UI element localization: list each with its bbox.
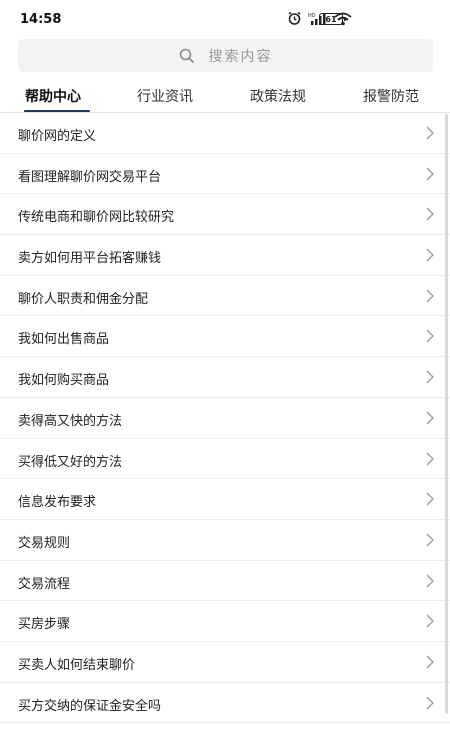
chevron-right-icon <box>426 696 434 710</box>
chevron-right-icon <box>426 126 434 140</box>
chevron-right-icon <box>426 533 434 547</box>
scrollbar[interactable] <box>445 114 448 714</box>
chevron-right-icon <box>426 574 434 588</box>
chevron-right-icon <box>426 452 434 465</box>
status-time: 14:58 <box>20 12 62 27</box>
chevron-right-icon <box>426 289 434 303</box>
list-item-label: 买房步骤 <box>18 617 71 633</box>
search-icon <box>179 48 194 63</box>
tab-alarm-prevention[interactable]: 报警防范 <box>363 86 419 106</box>
chevron-right-icon <box>426 411 434 425</box>
tab-industry-news[interactable]: 行业资讯 <box>137 86 193 106</box>
list-item-label: 买得低又好的方法 <box>18 454 123 470</box>
alarm-icon <box>288 11 301 25</box>
list-item-label: 我如何购买商品 <box>18 373 110 389</box>
list-item[interactable]: 信息发布要求 <box>0 479 450 520</box>
list-item[interactable]: 交易流程 <box>0 561 450 602</box>
list-item-label: 交易流程 <box>18 576 71 592</box>
chevron-right-icon <box>426 492 434 506</box>
list-item[interactable]: 卖得高又快的方法 <box>0 398 450 439</box>
list-item-label: 看图理解聊价网交易平台 <box>18 169 162 185</box>
list-item-label: 聊价网的定义 <box>18 129 97 144</box>
chevron-right-icon <box>426 248 434 262</box>
list-item-label: 卖得高又快的方法 <box>18 413 123 429</box>
list-item[interactable]: 我如何出售商品 <box>0 316 450 358</box>
list-item[interactable]: 看图理解聊价网交易平台 <box>0 154 450 195</box>
svg-text:HD: HD <box>308 13 316 19</box>
tab-bar: 帮助中心 行业资讯 政策法规 报警防范 <box>0 80 450 114</box>
list-item-label: 买方交纳的保证金安全吗 <box>18 698 162 714</box>
list-item[interactable]: 卖方如何用平台拓客赚钱 <box>0 235 450 276</box>
tab-help-center[interactable]: 帮助中心 <box>25 86 81 106</box>
list-item[interactable]: 买得低又好的方法 <box>0 439 450 480</box>
list-item[interactable]: 我如何购买商品 <box>0 357 450 398</box>
list-item-label: 聊价人职责和佣金分配 <box>18 291 149 307</box>
tab-policy[interactable]: 政策法规 <box>250 86 306 106</box>
list-item[interactable]: 交易规则 <box>0 520 450 561</box>
list-item[interactable]: 传统电商和聊价网比较研究 <box>0 194 450 236</box>
list-item-label: 买卖人如何结束聊价 <box>18 657 136 673</box>
search-input[interactable]: 搜索内容 <box>18 39 433 72</box>
list-item[interactable]: 买卖人如何结束聊价 <box>0 642 450 683</box>
help-list: 聊价网的定义看图理解聊价网交易平台 传统电商和聊价网比较研究 卖方如何用平台拓客赚钱… <box>0 113 450 724</box>
status-bar: 14:58 HD 61 <box>0 0 450 38</box>
list-item[interactable]: 买房步骤 <box>0 601 450 642</box>
list-item[interactable]: 聊价人职责和佣金分配 <box>0 276 450 317</box>
chevron-right-icon <box>426 329 434 343</box>
list-item-label: 信息发布要求 <box>18 495 97 511</box>
bottom-edge <box>0 738 450 750</box>
battery-icon: 61 <box>319 13 346 25</box>
chevron-right-icon <box>426 655 434 669</box>
chevron-right-icon <box>426 370 434 384</box>
list-item-label: 交易规则 <box>18 535 71 551</box>
chevron-right-icon <box>426 167 434 181</box>
chevron-right-icon <box>426 207 434 221</box>
chevron-right-icon <box>426 614 434 628</box>
list-item-label: 我如何出售商品 <box>18 332 110 348</box>
list-item[interactable]: 聊价网的定义 <box>0 113 450 154</box>
search-placeholder: 搜索内容 <box>208 48 273 65</box>
list-item-label: 传统电商和聊价网比较研究 <box>18 210 175 226</box>
list-item[interactable]: 买方交纳的保证金安全吗 <box>0 683 450 724</box>
list-item-label: 卖方如何用平台拓客赚钱 <box>18 251 162 267</box>
